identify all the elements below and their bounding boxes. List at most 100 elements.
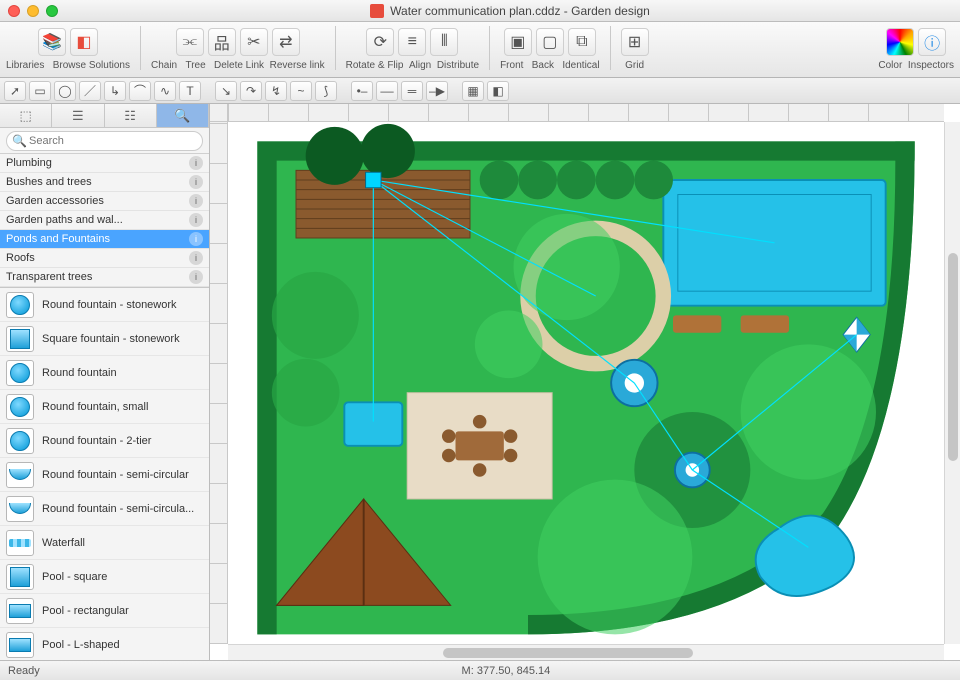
vertical-scrollbar[interactable] [944,122,960,644]
shadow-style[interactable]: ◧ [487,81,509,101]
sidebar-tab-tree[interactable]: ☷ [105,104,157,127]
shape-item[interactable]: Round fountain, small [0,390,209,424]
libraries-button[interactable]: 📚 [38,28,66,56]
spline-tool[interactable]: ∿ [154,81,176,101]
align-label: Align [409,60,431,71]
zoom-window-button[interactable] [46,5,58,17]
drawing-palette: ➚ ▭ ◯ ／ ↳ ⌒ ∿ T ↘ ↷ ↯ ~ ⟆ •– –– ═ –▶ ▦ ◧ [0,78,960,104]
rect-tool[interactable]: ▭ [29,81,51,101]
category-item[interactable]: Garden paths and wal...i [0,211,209,230]
shape-icon [6,360,34,386]
chain-button[interactable]: ⫘ [176,28,204,56]
color-label: Color [878,60,902,71]
shape-item[interactable]: Round fountain - semi-circular [0,458,209,492]
tree-button[interactable]: 品 [208,28,236,56]
line-weight[interactable]: ═ [401,81,423,101]
rotate-flip-label: Rotate & Flip [346,60,404,71]
sidebar-tab-search[interactable]: 🔍 [157,104,209,127]
category-item[interactable]: Ponds and Fountainsi [0,230,209,249]
arc-tool[interactable]: ⌒ [129,81,151,101]
drawing-canvas[interactable] [228,122,944,644]
grid-label: Grid [625,60,644,71]
color-button[interactable] [886,28,914,56]
tree-label: Tree [185,60,205,71]
info-icon[interactable]: i [189,232,203,246]
grid-button[interactable]: ⊞ [621,28,649,56]
close-window-button[interactable] [8,5,20,17]
shape-item[interactable]: Round fountain - 2-tier [0,424,209,458]
connector-tool[interactable]: ↳ [104,81,126,101]
arc-connector-tool[interactable]: ↷ [240,81,262,101]
titlebar: Water communication plan.cddz - Garden d… [0,0,960,22]
shape-icon [6,326,34,352]
info-icon[interactable]: i [189,175,203,189]
direct-line-tool[interactable]: ↘ [215,81,237,101]
scrollbar-thumb[interactable] [443,648,694,658]
vertical-ruler[interactable] [210,122,228,644]
category-item[interactable]: Garden accessories i [0,192,209,211]
horizontal-scrollbar[interactable] [228,644,944,660]
text-tool[interactable]: T [179,81,201,101]
shape-icon [6,394,34,420]
align-button[interactable]: ≡ [398,28,426,56]
libraries-label: Libraries [6,60,44,71]
category-label: Plumbing [6,157,52,169]
fill-style[interactable]: ▦ [462,81,484,101]
search-input[interactable] [6,131,203,151]
info-icon[interactable]: i [189,194,203,208]
reverse-link-button[interactable]: ⇄ [272,28,300,56]
info-icon[interactable]: i [189,251,203,265]
rotate-flip-button[interactable]: ⟳ [366,28,394,56]
smart-connector-tool[interactable]: ↯ [265,81,287,101]
category-item[interactable]: Bushes and treesi [0,173,209,192]
browse-solutions-button[interactable]: ◧ [70,28,98,56]
shape-item[interactable]: Round fountain - stonework [0,288,209,322]
delete-link-button[interactable]: ✂ [240,28,268,56]
inspectors-button[interactable]: ⓘ [918,28,946,56]
canvas-area [210,104,960,660]
shape-list: Round fountain - stoneworkSquare fountai… [0,287,209,660]
identical-button[interactable]: ⧉ [568,28,596,56]
category-item[interactable]: Plumbing i [0,154,209,173]
sidebar-tab-shapes[interactable]: ⬚ [0,104,52,127]
reverse-link-label: Reverse link [270,60,325,71]
line-tool[interactable]: ／ [79,81,101,101]
category-item[interactable]: Roofs i [0,249,209,268]
chain-label: Chain [151,60,177,71]
category-item[interactable]: Transparent treesi [0,268,209,287]
horizontal-ruler[interactable] [228,104,944,122]
sidebar-tabs: ⬚ ☰ ☷ 🔍 [0,104,209,128]
pointer-tool[interactable]: ➚ [4,81,26,101]
line-end-style[interactable]: –▶ [426,81,448,101]
scrollbar-thumb[interactable] [948,253,958,462]
shape-item[interactable]: Pool - rectangular [0,594,209,628]
ellipse-tool[interactable]: ◯ [54,81,76,101]
info-icon[interactable]: i [189,213,203,227]
minimize-window-button[interactable] [27,5,39,17]
library-sidebar: ⬚ ☰ ☷ 🔍 🔍 PlumbingiBushes and treesiGard… [0,104,210,660]
shape-item[interactable]: Round fountain - semi-circula... [0,492,209,526]
round-connector-tool[interactable]: ⟆ [315,81,337,101]
line-start-style[interactable]: •– [351,81,373,101]
back-button[interactable]: ▢ [536,28,564,56]
distribute-button[interactable]: ⫴ [430,28,458,56]
shape-item[interactable]: Pool - L-shaped [0,628,209,660]
line-style[interactable]: –– [376,81,398,101]
shape-label: Round fountain - semi-circula... [42,503,194,515]
bezier-tool[interactable]: ~ [290,81,312,101]
info-icon[interactable]: i [189,270,203,284]
shape-item[interactable]: Square fountain - stonework [0,322,209,356]
toolbar-separator [140,26,141,70]
shape-item[interactable]: Waterfall [0,526,209,560]
sidebar-tab-list[interactable]: ☰ [52,104,104,127]
category-label: Roofs [6,252,35,264]
info-icon[interactable]: i [189,156,203,170]
toolbar-separator [610,26,611,70]
category-label: Garden accessories [6,195,104,207]
status-bar: Ready M: 377.50, 845.14 [0,660,960,680]
shape-item[interactable]: Pool - square [0,560,209,594]
shape-label: Pool - L-shaped [42,639,120,651]
shape-item[interactable]: Round fountain [0,356,209,390]
status-ready: Ready [8,665,40,677]
front-button[interactable]: ▣ [504,28,532,56]
